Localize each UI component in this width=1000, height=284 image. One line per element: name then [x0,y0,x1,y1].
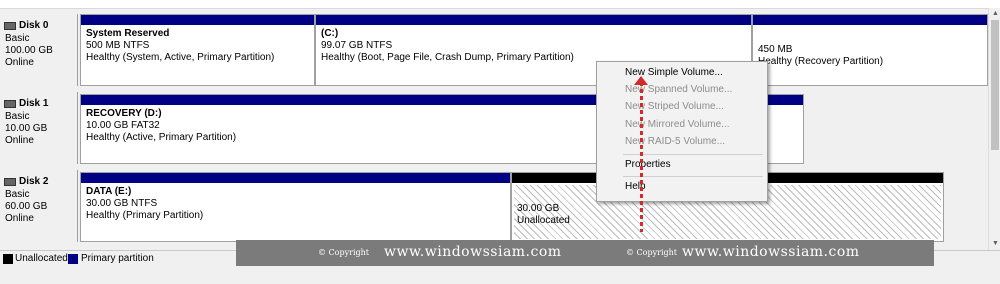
top-divider [0,0,1000,9]
disk-name-0: Disk 0 [4,20,48,31]
disk-size: 10.00 GB [5,123,48,134]
partition-bar [316,15,751,25]
context-menu: New Simple Volume... New Spanned Volume.… [596,61,768,202]
watermark-banner: © Copyright www.windowssiam.com © Copyri… [236,240,934,266]
unallocated-swatch [3,254,13,264]
disk-name-text: Disk 1 [19,98,49,109]
partition-status: Healthy (Active, Primary Partition) [86,132,237,143]
disk-label-0[interactable]: Disk 0 Basic 100.00 GB Online [0,14,78,86]
partition-size: 500 MB NTFS [86,40,150,51]
watermark-url-2: www.windowssiam.com [682,244,860,260]
partition-title: (C:) [321,28,339,39]
disk-icon [4,21,16,30]
disk-label-2[interactable]: Disk 2 Basic 60.00 GB Online [0,170,78,242]
disk-name-text: Disk 2 [19,176,49,187]
scrollbar-thumb[interactable] [991,20,999,150]
partition-title: RECOVERY (D:) [86,108,162,119]
watermark-copyright: © Copyright [318,248,369,257]
disk-name-text: Disk 0 [19,20,49,31]
disk-name-1: Disk 1 [4,98,48,109]
partition-text: DATA (E:) 30.00 GB NTFS Healthy (Primary… [86,186,203,222]
disk-icon [4,99,16,108]
primary-partition-swatch [68,254,78,264]
disk-type: Basic [5,189,30,200]
disk-management-graphical-view: Disk 0 Basic 100.00 GB Online System Res… [0,0,1000,284]
partition-data-e[interactable]: DATA (E:) 30.00 GB NTFS Healthy (Primary… [80,172,511,242]
disk-size: 60.00 GB [5,201,48,212]
partition-status: Healthy (Primary Partition) [86,210,204,221]
partition-text: 30.00 GB Unallocated [517,203,570,227]
partition-size: 30.00 GB [517,203,560,214]
partition-status: Healthy (System, Active, Primary Partiti… [86,52,275,63]
annotation-arrow [640,82,643,232]
partition-bar [81,15,314,25]
disk-status: Online [5,213,34,224]
partition-text: 450 MB Healthy (Recovery Partition) [758,44,883,68]
partition-status: Healthy (Boot, Page File, Crash Dump, Pr… [321,52,574,63]
partition-text: RECOVERY (D:) 10.00 GB FAT32 Healthy (Ac… [86,108,236,144]
partition-size: 10.00 GB FAT32 [86,120,160,131]
partition-text: System Reserved 500 MB NTFS Healthy (Sys… [86,28,274,64]
vertical-scrollbar[interactable]: ▲ ▼ [988,8,1000,252]
menu-item-properties[interactable]: Properties [625,159,671,170]
menu-separator [623,176,763,177]
disk-icon [4,177,16,186]
partition-title: DATA (E:) [86,186,132,197]
scroll-up-icon[interactable]: ▲ [992,10,999,17]
partition-size: 99.07 GB NTFS [321,40,393,51]
partition-title: System Reserved [86,28,170,39]
disk-type: Basic [5,33,30,44]
legend-unallocated-label: Unallocated [15,253,68,264]
legend-primary-label: Primary partition [81,253,154,264]
watermark-url: www.windowssiam.com [384,244,562,260]
partition-bar [753,15,987,25]
partition-bar [81,173,510,183]
scroll-down-icon[interactable]: ▼ [992,240,999,247]
partition-status: Unallocated [517,215,570,226]
disk-size: 100.00 GB [5,45,53,56]
partition-recovery[interactable]: 450 MB Healthy (Recovery Partition) [752,14,988,86]
watermark-copyright-2: © Copyright [626,248,677,257]
partition-system-reserved[interactable]: System Reserved 500 MB NTFS Healthy (Sys… [80,14,315,86]
partition-size: 450 MB [758,44,793,55]
disk-type: Basic [5,111,30,122]
partition-status: Healthy (Recovery Partition) [758,56,884,67]
partition-size: 30.00 GB NTFS [86,198,158,209]
menu-separator [623,154,763,155]
disk-name-2: Disk 2 [4,176,48,187]
disk-status: Online [5,135,34,146]
partition-text: (C:) 99.07 GB NTFS Healthy (Boot, Page F… [321,28,574,64]
disk-status: Online [5,57,34,68]
disk-label-1[interactable]: Disk 1 Basic 10.00 GB Online [0,92,78,164]
